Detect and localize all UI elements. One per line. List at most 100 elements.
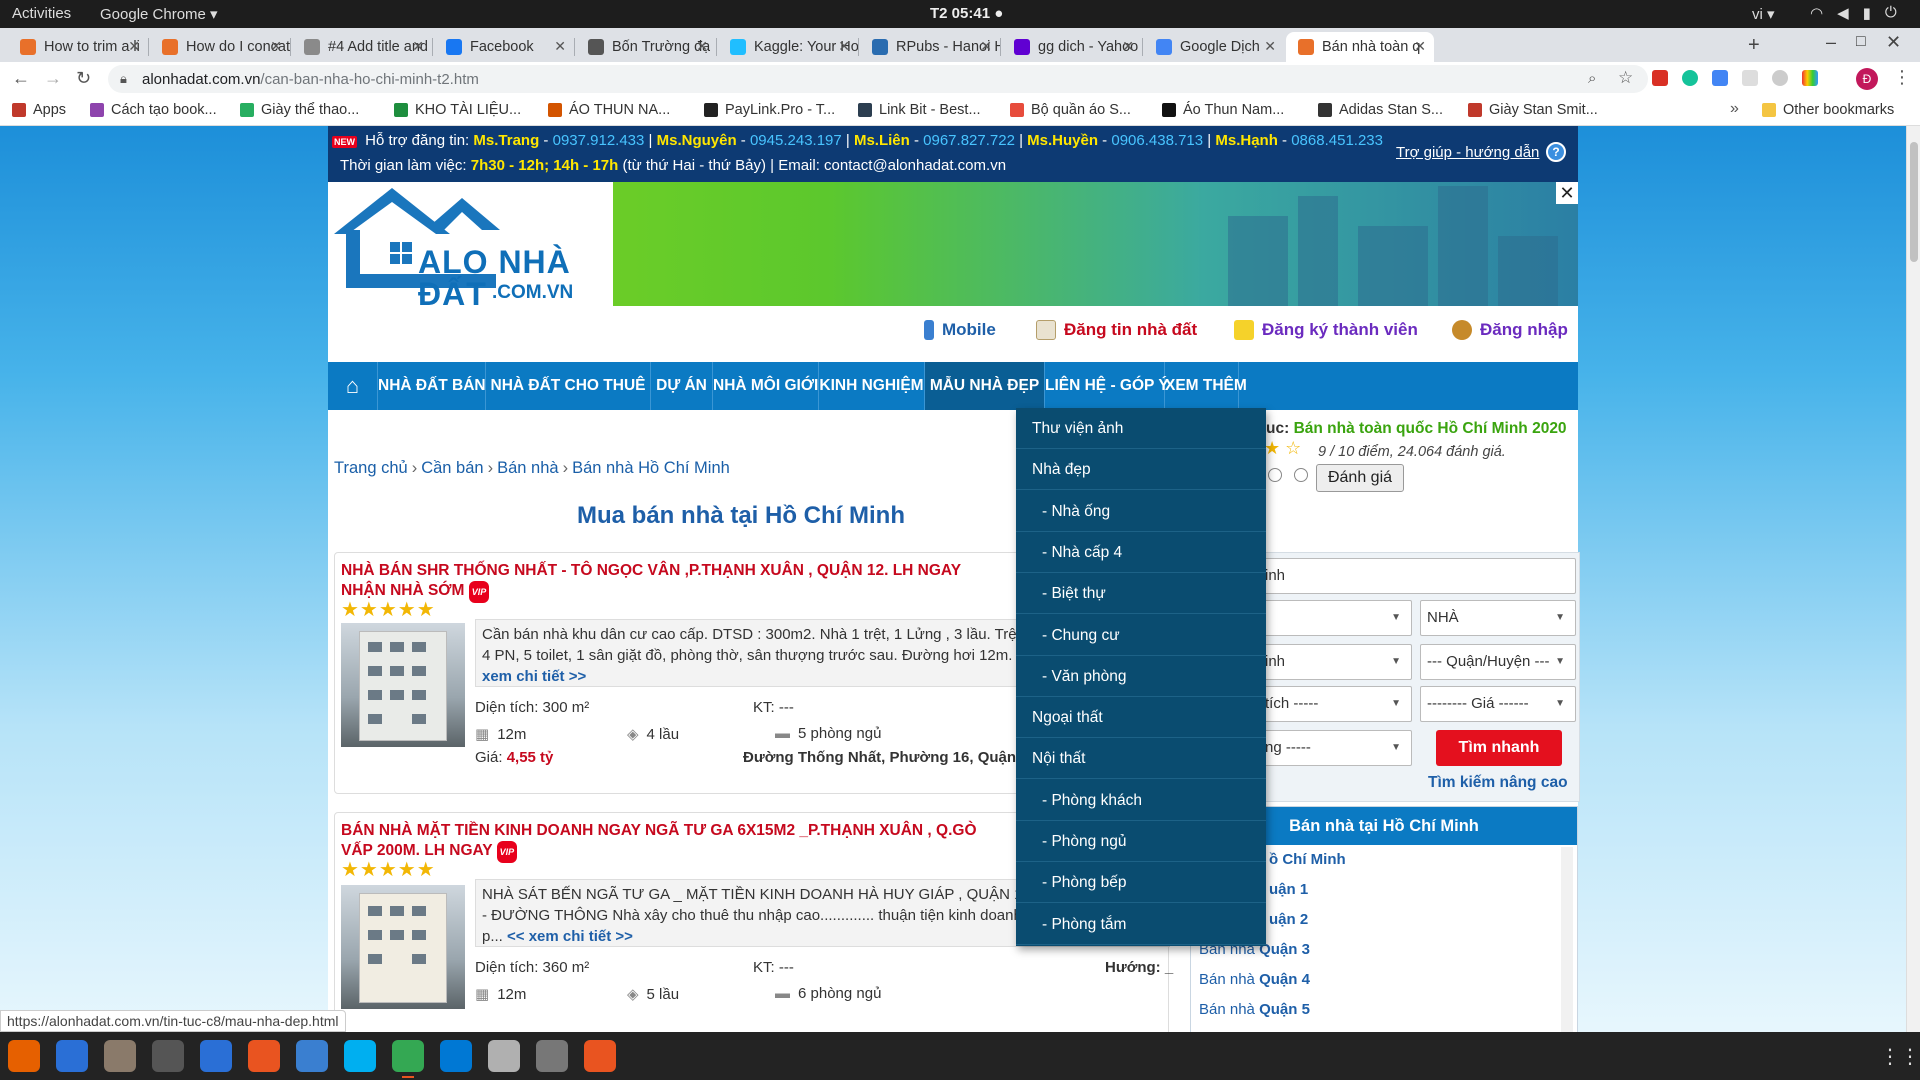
dropdown-item[interactable]: - Phòng bếp [1016,862,1266,904]
district-link[interactable]: uận 2 [1269,911,1308,928]
nav-item[interactable]: NHÀ ĐẤT CHO THUÊ [486,362,651,410]
rating-radio[interactable] [1294,468,1308,482]
chrome-icon[interactable] [392,1040,424,1078]
thunderbird-icon[interactable] [56,1040,88,1072]
skype-icon[interactable] [344,1040,376,1072]
nav-item[interactable]: XEM THÊM [1165,362,1247,410]
bookmark-item[interactable]: Apps [12,102,66,118]
dropdown-item[interactable]: Nhà đẹp [1016,449,1266,491]
contact-phone[interactable]: 0967.827.722 [923,132,1015,149]
vscode-icon[interactable] [440,1040,472,1072]
bookmark-item[interactable]: PayLink.Pro - T... [704,102,835,118]
minimize-button[interactable]: – [1826,32,1836,53]
dropdown-item[interactable]: - Nhà cấp 4 [1016,532,1266,573]
contact-phone[interactable]: 0937.912.433 [553,132,645,149]
close-tab-icon[interactable]: ✕ [412,38,424,55]
screenshot-icon[interactable] [536,1040,568,1072]
close-tab-icon[interactable]: ✕ [838,38,850,55]
browser-tab[interactable]: #4 Add title and ✕ [292,32,432,62]
page-scrollbar[interactable] [1906,126,1920,1032]
new-tab-button[interactable]: + [1748,34,1760,57]
forward-button[interactable]: → [44,68,62,89]
browser-tab[interactable]: Bốn Trường đạ ✕ [576,32,716,62]
settings-icon[interactable] [488,1040,520,1072]
district-link[interactable]: Bán nhà Quận 4 [1199,971,1310,988]
breadcrumb-link[interactable]: Trang chủ [334,459,408,477]
system-tray[interactable]: ◠ ◀ ▮ ⏻ [1810,4,1897,22]
dropdown-item[interactable]: - Phòng tắm [1016,904,1266,945]
dropdown-item[interactable]: Nội thất [1016,738,1266,780]
app-grid-icon[interactable]: ⋮⋮ [1880,1044,1920,1069]
district-link[interactable]: uận 1 [1269,881,1308,898]
district-link[interactable]: ồ Chí Minh [1269,851,1346,868]
close-tab-icon[interactable]: ✕ [696,38,708,55]
browser-tab[interactable]: How do I concat ✕ [150,32,290,62]
chrome-menu-icon[interactable]: ⋮ [1893,67,1911,88]
app-menu-button[interactable]: Google Chrome ▾ [100,5,218,23]
other-bookmarks[interactable]: Other bookmarks [1762,102,1894,118]
software-center-icon[interactable] [248,1040,280,1072]
zoom-icon[interactable]: ⌕ [1588,70,1596,87]
help-icon[interactable]: ? [1546,142,1566,162]
nav-item[interactable]: MẪU NHÀ ĐẸP [925,362,1045,410]
bookmark-item[interactable]: ÁO THUN NA... [548,102,670,118]
advanced-search-link[interactable]: Tìm kiếm nâng cao [1428,774,1568,792]
home-icon[interactable]: ⌂ [328,362,378,410]
extension-icon-3[interactable] [1742,70,1758,86]
firefox-icon[interactable] [8,1040,40,1072]
nav-item[interactable]: LIÊN HỆ - GÓP Ý [1045,362,1169,410]
help-icon[interactable] [296,1040,328,1072]
site-logo[interactable]: ALO NHÀ ĐẤT .COM.VN [328,182,613,310]
browser-tab[interactable]: RPubs - Hanoi H ✕ [860,32,1000,62]
back-button[interactable]: ← [12,68,30,89]
bookmark-item[interactable]: Cách tạo book... [90,102,217,118]
listing-photo[interactable] [341,885,465,1009]
dropdown-item[interactable]: - Biệt thự [1016,573,1266,615]
bookmark-item[interactable]: Bộ quần áo S... [1010,102,1131,118]
post-listing-link[interactable]: Đăng tin nhà đất [1036,320,1197,340]
close-banner-button[interactable]: ✕ [1556,182,1578,204]
listing-title[interactable]: NHÀ BÁN SHR THỐNG NHẤT - TÔ NGỌC VÂN ,P.… [341,561,1006,603]
contact-phone[interactable]: 0945.243.197 [750,132,842,149]
browser-tab[interactable]: gg dich - Yahoo ✕ [1002,32,1142,62]
browser-tab[interactable]: Google Dịch ✕ [1144,32,1284,62]
dropdown-item[interactable]: - Văn phòng [1016,656,1266,697]
nav-item[interactable]: NHÀ ĐẤT BÁN [378,362,486,410]
listing-photo[interactable] [341,623,465,747]
property-type-select[interactable]: NHÀ ▼ [1420,600,1576,636]
bookmark-item[interactable]: Giày Stan Smit... [1468,102,1598,118]
extension-icon-2[interactable] [1712,70,1728,86]
close-tab-icon[interactable]: ✕ [1414,38,1426,55]
rate-button[interactable]: Đánh giá [1316,464,1404,492]
register-link[interactable]: Đăng ký thành viên [1234,320,1418,340]
bookmarks-overflow[interactable]: » [1730,100,1739,118]
bookmark-item[interactable]: KHO TÀI LIỆU... [394,102,521,118]
browser-tab[interactable]: How to trim a li ✕ [8,32,148,62]
maximize-button[interactable]: □ [1856,33,1866,51]
contact-phone[interactable]: 0906.438.713 [1111,132,1203,149]
grammarly-icon[interactable] [1682,70,1698,86]
dropdown-item[interactable]: - Phòng ngủ [1016,821,1266,862]
dropdown-item[interactable]: Ngoại thất [1016,697,1266,739]
bookmark-item[interactable]: Link Bit - Best... [858,102,981,118]
login-link[interactable]: Đăng nhập [1452,320,1568,340]
terminal-icon[interactable] [152,1040,184,1072]
city-select[interactable]: inh ▼ [1258,644,1412,680]
files-icon[interactable] [104,1040,136,1072]
dropdown-item[interactable]: - Chung cư [1016,615,1266,656]
activities-button[interactable]: Activities [12,5,71,22]
dropdown-item[interactable]: Thư viện ảnh [1016,408,1266,449]
nav-item[interactable]: DỰ ÁN [651,362,713,410]
nav-item[interactable]: NHÀ MÔI GIỚI [713,362,819,410]
browser-tab[interactable]: Kaggle: Your Ho ✕ [718,32,858,62]
help-link[interactable]: Trợ giúp - hướng dẫn [1396,144,1539,161]
quick-search-button[interactable]: Tìm nhanh [1436,730,1562,766]
reload-button[interactable]: ↻ [76,68,91,89]
list-scrollbar[interactable] [1561,847,1573,1032]
clock[interactable]: T2 05:41 ● [930,5,1003,22]
extension-icon-4[interactable] [1772,70,1788,86]
extension-icon-1[interactable] [1652,70,1668,86]
district-link[interactable]: Bán nhà Quận 5 [1199,1001,1310,1018]
extension-icon-5[interactable] [1802,70,1818,86]
impress-icon[interactable] [584,1040,616,1072]
